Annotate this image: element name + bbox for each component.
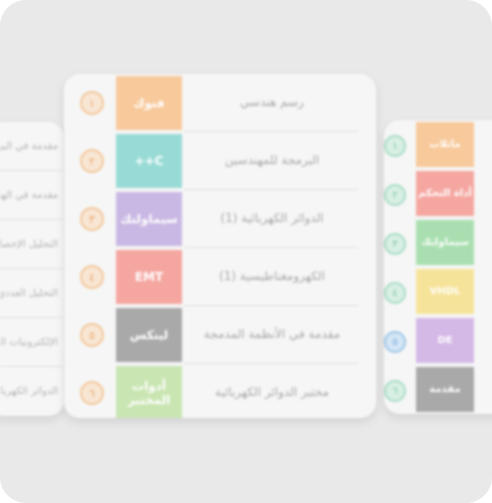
course-row[interactable]: ٤ EMT الكهرومغناطيسية (1) xyxy=(64,248,376,306)
course-tile: EMT xyxy=(116,250,182,304)
course-title: رسم هندسي xyxy=(240,95,304,109)
main-course-panel: ١ فنوك رسم هندسي ٢ C++ البرمجة للمهندسين… xyxy=(64,74,376,418)
course-title: مقدمة في البرمجة xyxy=(0,140,58,152)
list-item[interactable]: مقدمة في البرمجة xyxy=(0,122,64,171)
left-course-panel: مقدمة في البرمجة مقدمة في الهندسة التحلي… xyxy=(0,122,64,416)
list-item[interactable]: ٦ مقدمة xyxy=(384,365,492,414)
course-title: الدوائر الكهربائية (1) xyxy=(220,211,324,225)
step-number-badge: ٣ xyxy=(80,207,104,231)
step-number-badge: ٤ xyxy=(384,282,406,304)
list-item[interactable]: ٢ أداة التحكم xyxy=(384,169,492,218)
course-row[interactable]: ٢ C++ البرمجة للمهندسين xyxy=(64,132,376,190)
course-row[interactable]: ١ فنوك رسم هندسي xyxy=(64,74,376,132)
course-row[interactable]: ٥ لينكس مقدمة في الأنظمة المدمجة xyxy=(64,306,376,364)
course-tile: ماتلاب xyxy=(416,122,474,167)
course-tile: سيماولنك xyxy=(416,220,474,265)
course-title: البرمجة للمهندسين xyxy=(224,153,320,167)
course-tile: فنوك xyxy=(116,76,182,130)
course-tile: أداة التحكم xyxy=(416,171,474,216)
course-tile: سيماولنك xyxy=(116,192,182,246)
course-title: التحليل العددي xyxy=(0,287,58,299)
list-item[interactable]: التحليل العددي xyxy=(0,269,64,318)
course-row[interactable]: ٣ سيماولنك الدوائر الكهربائية (1) xyxy=(64,190,376,248)
course-title: مقدمة في الأنظمة المدمجة xyxy=(203,327,341,341)
step-number-badge: ٣ xyxy=(384,233,406,255)
right-course-panel: ١ ماتلاب ٢ أداة التحكم ٣ سيماولنك ٤ VHDL… xyxy=(384,120,492,414)
course-row[interactable]: ٦ أدوات المختبر مختبر الدوائر الكهربائية xyxy=(64,364,376,418)
course-title: التحليل الإحصائي xyxy=(0,238,58,250)
course-tile: DE xyxy=(416,318,474,363)
list-item[interactable]: ٣ سيماولنك xyxy=(384,218,492,267)
list-item[interactable]: التحليل الإحصائي xyxy=(0,220,64,269)
list-item[interactable]: ٥ DE xyxy=(384,316,492,365)
course-tile: أدوات المختبر xyxy=(116,366,182,418)
course-title: الإلكترونيات التناظرية xyxy=(0,336,58,348)
course-title: الكهرومغناطيسية (1) xyxy=(219,269,325,283)
course-title: مختبر الدوائر الكهربائية xyxy=(214,385,330,399)
course-title: الدوائر الكهربائية xyxy=(0,385,58,397)
list-item[interactable]: ١ ماتلاب xyxy=(384,120,492,169)
course-tile: VHDL xyxy=(416,269,474,314)
list-item[interactable]: الدوائر الكهربائية xyxy=(0,367,64,416)
step-number-badge: ٦ xyxy=(80,381,104,405)
app-frame: مقدمة في البرمجة مقدمة في الهندسة التحلي… xyxy=(0,0,492,503)
step-number-badge: ١ xyxy=(384,135,406,157)
course-tile: C++ xyxy=(116,134,182,188)
course-tile: مقدمة xyxy=(416,367,474,412)
list-item[interactable]: مقدمة في الهندسة xyxy=(0,171,64,220)
course-tile: لينكس xyxy=(116,308,182,362)
step-number-badge: ٥ xyxy=(384,331,406,353)
step-number-badge: ٥ xyxy=(80,323,104,347)
step-number-badge: ٢ xyxy=(80,149,104,173)
step-number-badge: ٤ xyxy=(80,265,104,289)
course-title: مقدمة في الهندسة xyxy=(0,189,58,201)
list-item[interactable]: ٤ VHDL xyxy=(384,267,492,316)
step-number-badge: ١ xyxy=(80,91,104,115)
list-item[interactable]: الإلكترونيات التناظرية xyxy=(0,318,64,367)
step-number-badge: ٢ xyxy=(384,184,406,206)
step-number-badge: ٦ xyxy=(384,380,406,402)
